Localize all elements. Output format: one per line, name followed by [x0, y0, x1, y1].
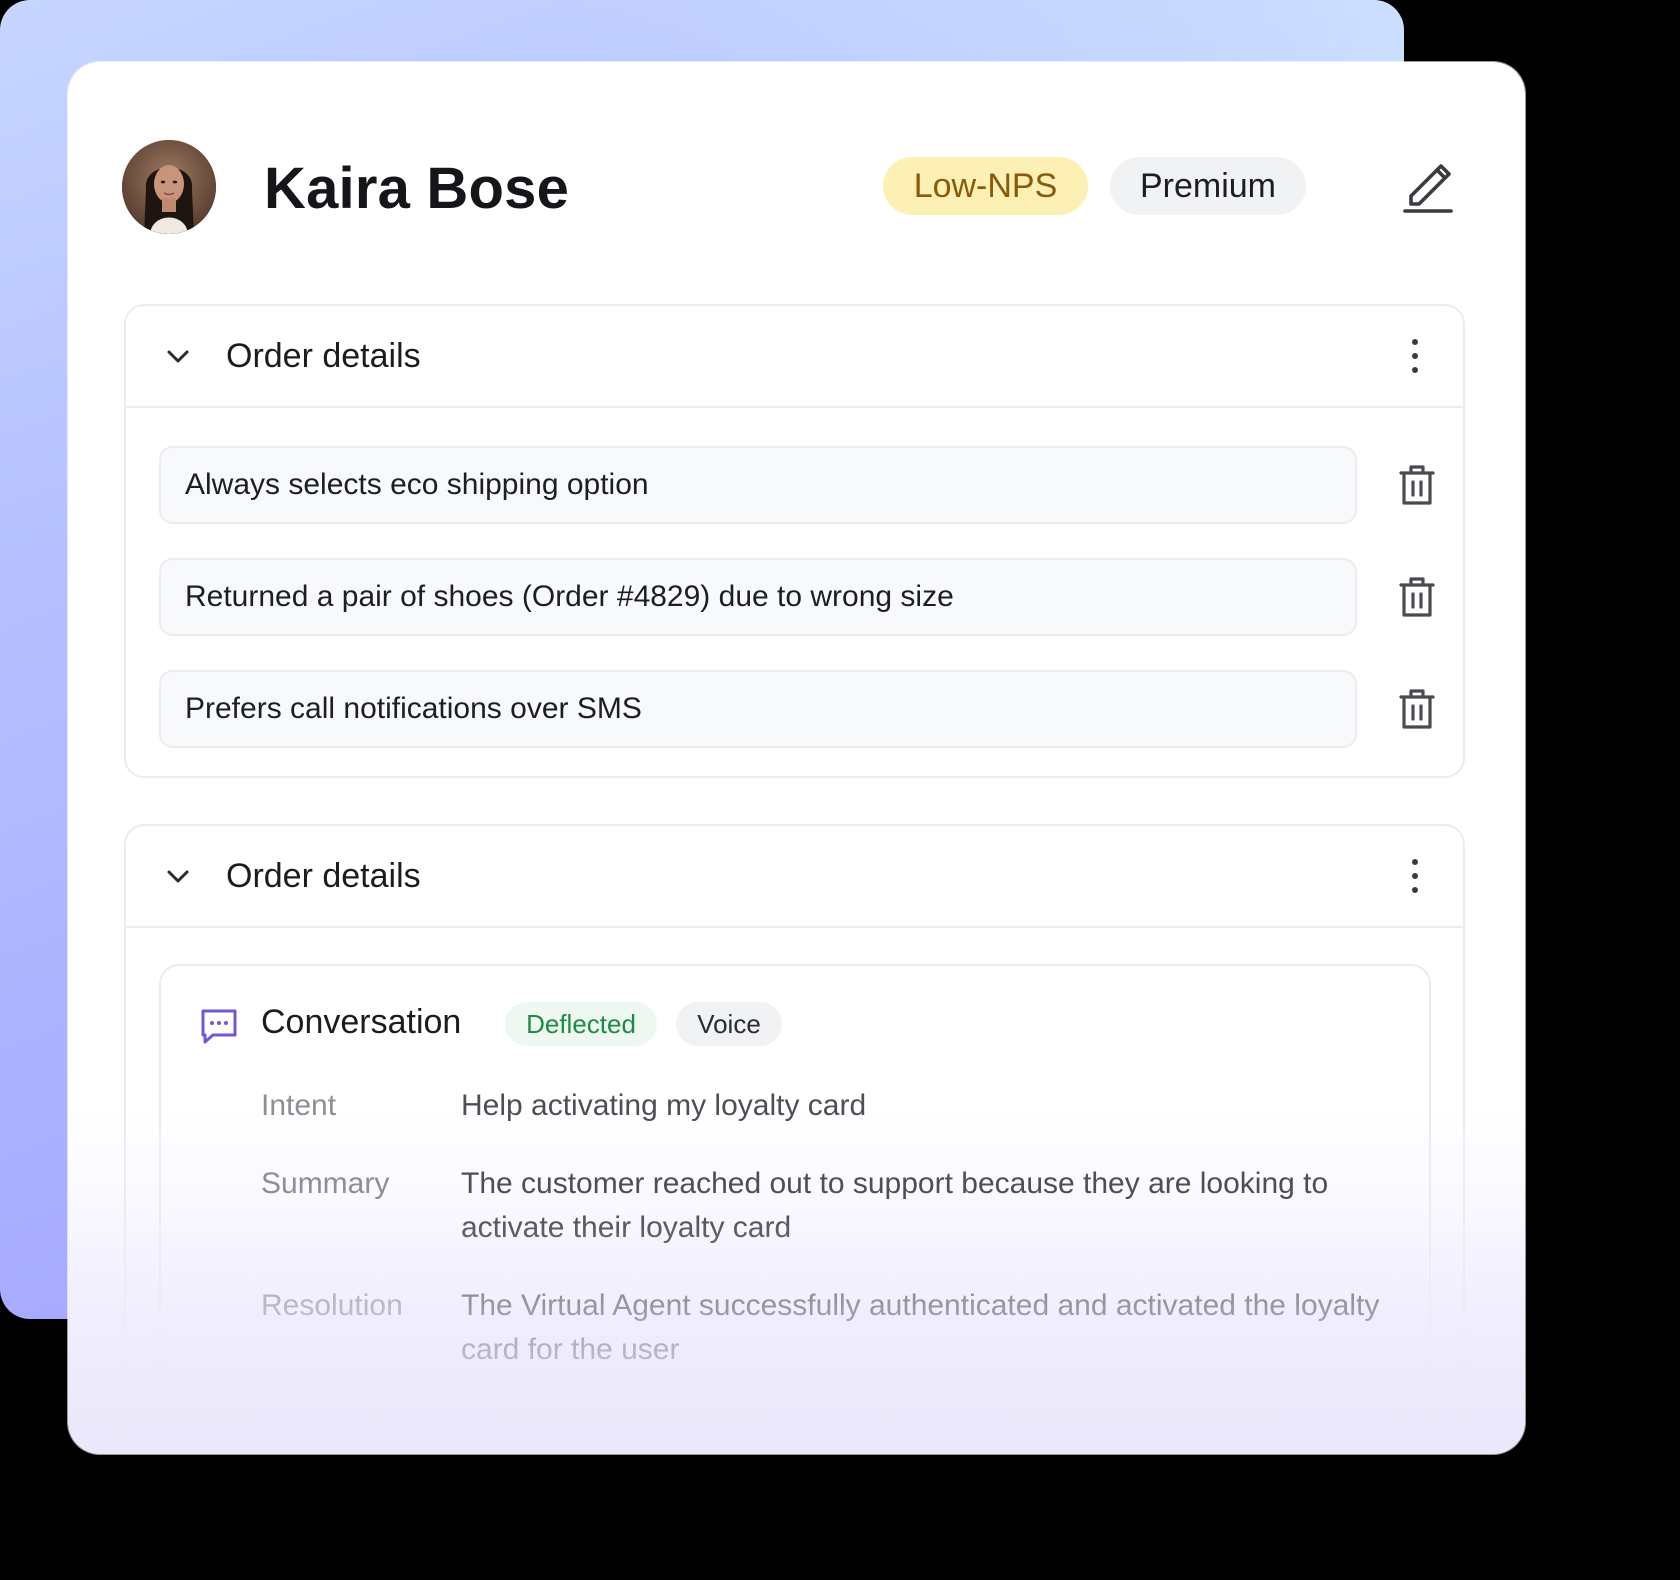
low-nps-badge: Low-NPS: [883, 157, 1088, 215]
resolution-label: Resolution: [261, 1289, 403, 1322]
intent-label: Intent: [261, 1089, 337, 1122]
trash-icon[interactable]: [1399, 688, 1435, 730]
summary-value: The customer reached out to support beca…: [461, 1167, 1329, 1244]
note-item[interactable]: Returned a pair of shoes (Order #4829) d…: [159, 558, 1357, 636]
deflected-tag: Deflected: [505, 1002, 657, 1046]
section-title: Order details: [226, 337, 421, 375]
more-options-icon[interactable]: [1405, 336, 1425, 376]
trash-icon[interactable]: [1399, 576, 1435, 618]
summary-label: Summary: [261, 1167, 390, 1200]
intent-value: Help activating my loyalty card: [461, 1089, 867, 1122]
customer-name: Kaira Bose: [264, 156, 570, 221]
chevron-down-icon[interactable]: [164, 342, 192, 370]
note-item[interactable]: Always selects eco shipping option: [159, 446, 1357, 524]
chevron-down-icon[interactable]: [164, 862, 192, 890]
voice-tag: Voice: [676, 1002, 782, 1046]
avatar-image: [122, 140, 216, 234]
customer-profile-card: Kaira Bose Low-NPS Premium Order details…: [68, 62, 1525, 1454]
avatar[interactable]: [122, 140, 216, 234]
trash-icon[interactable]: [1399, 464, 1435, 506]
chat-bubble-icon: [201, 1009, 237, 1044]
conversation-card[interactable]: Conversation Deflected Voice Intent Help…: [159, 964, 1431, 1454]
premium-badge: Premium: [1110, 157, 1306, 215]
resolution-value: The Virtual Agent successfully authentic…: [461, 1289, 1380, 1366]
order-details-section: Order details Conversation Deflected Voi…: [124, 824, 1465, 1454]
section-header[interactable]: Order details: [126, 826, 1463, 928]
conversation-title: Conversation: [261, 1003, 462, 1041]
order-details-section: Order details Always selects eco shippin…: [124, 304, 1465, 778]
note-item[interactable]: Prefers call notifications over SMS: [159, 670, 1357, 748]
section-header[interactable]: Order details: [126, 306, 1463, 408]
section-title: Order details: [226, 857, 421, 895]
edit-button[interactable]: [1401, 154, 1455, 214]
pencil-icon: [1403, 164, 1453, 213]
more-options-icon[interactable]: [1405, 856, 1425, 896]
